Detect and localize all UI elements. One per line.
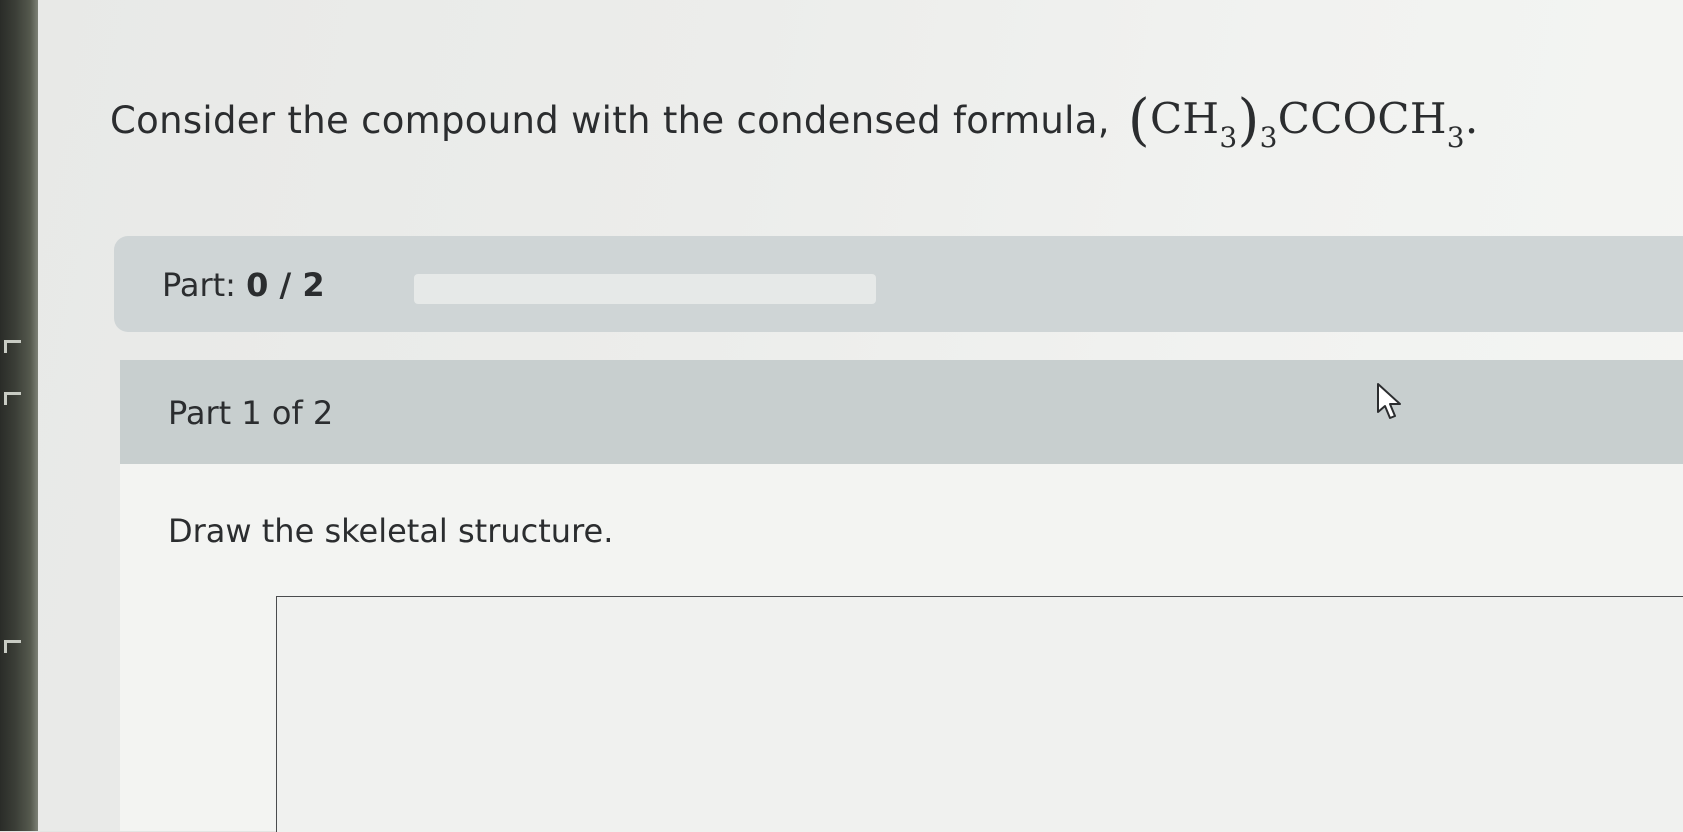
bezel-glare xyxy=(4,340,21,353)
part-header-label: Part 1 of 2 xyxy=(168,394,334,432)
part-instruction: Draw the skeletal structure. xyxy=(168,512,614,550)
bezel-glare xyxy=(4,640,21,653)
bezel-glare xyxy=(4,392,21,405)
condensed-formula: (CH3)3CCOCH3. xyxy=(1127,88,1479,154)
progress-track xyxy=(414,274,876,304)
question-prompt: Consider the compound with the condensed… xyxy=(110,88,1479,154)
part-progress-bar: Part: 0 / 2 xyxy=(114,236,1683,332)
part-header: Part 1 of 2 xyxy=(120,360,1683,464)
mouse-pointer-icon xyxy=(1377,383,1401,419)
assignment-page: Consider the compound with the condensed… xyxy=(38,0,1683,832)
question-text: Consider the compound with the condensed… xyxy=(110,99,1110,142)
part-progress-label: Part: 0 / 2 xyxy=(162,266,325,304)
structure-drawing-canvas[interactable] xyxy=(276,596,1683,832)
monitor-bezel xyxy=(0,0,38,831)
part-card: Part 1 of 2 Draw the skeletal structure. xyxy=(120,360,1683,832)
part-progress-count: 0 / 2 xyxy=(246,266,325,304)
